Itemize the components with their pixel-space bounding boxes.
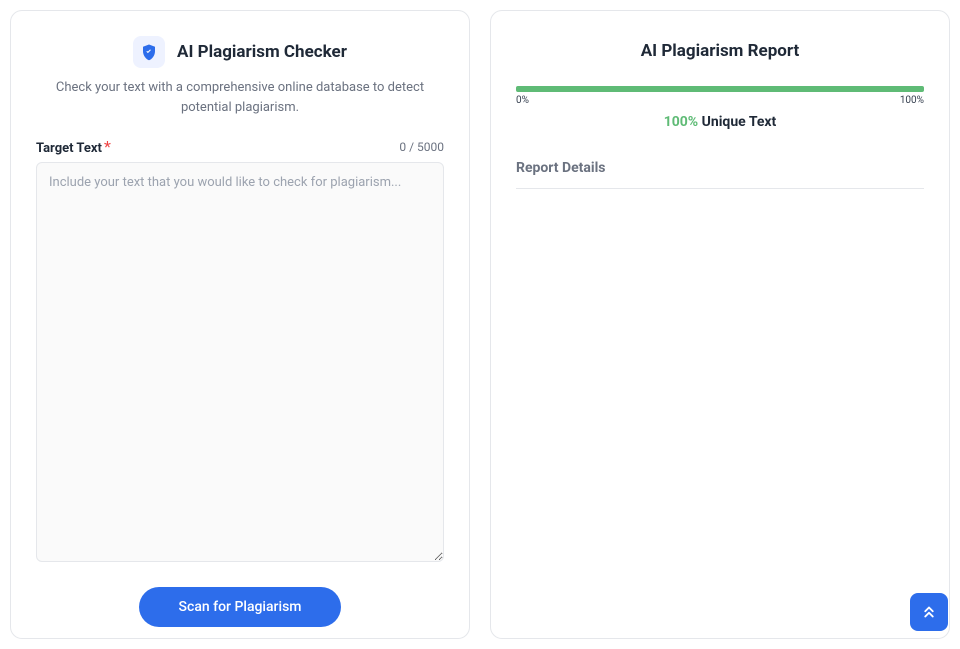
checker-title: AI Plagiarism Checker (177, 42, 347, 62)
result-percent: 100% (664, 114, 698, 130)
target-text-input[interactable] (36, 162, 444, 562)
progress-labels: 0% 100% (516, 95, 924, 106)
shield-check-icon (133, 36, 165, 68)
progress-container: 0% 100% (516, 86, 924, 106)
input-label: Target Text (36, 141, 102, 156)
range-min: 0% (516, 95, 529, 106)
checker-panel: AI Plagiarism Checker Check your text wi… (10, 10, 470, 639)
progress-bar (516, 86, 924, 92)
char-count: 0 / 5000 (399, 140, 444, 154)
report-panel: AI Plagiarism Report 0% 100% 100% Unique… (490, 10, 950, 639)
result-text: 100% Unique Text (516, 114, 924, 130)
checker-header: AI Plagiarism Checker (36, 36, 444, 68)
scan-button[interactable]: Scan for Plagiarism (139, 587, 342, 627)
report-details-heading: Report Details (516, 160, 924, 189)
result-label: Unique Text (698, 114, 776, 130)
checker-subtitle: Check your text with a comprehensive onl… (36, 78, 444, 117)
scroll-top-button[interactable] (910, 593, 948, 631)
chevron-double-up-icon (920, 603, 938, 621)
input-label-row: Target Text* 0 / 5000 (36, 137, 444, 156)
range-max: 100% (900, 95, 924, 106)
report-title: AI Plagiarism Report (516, 41, 924, 61)
required-indicator: * (104, 137, 111, 156)
